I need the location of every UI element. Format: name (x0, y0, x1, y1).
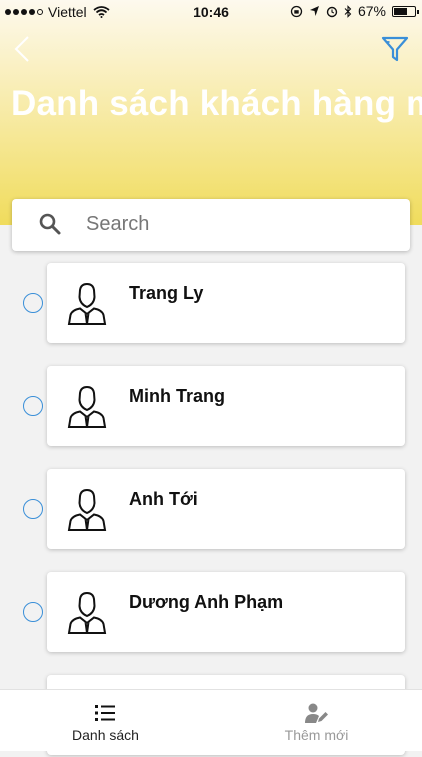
customer-name: Trang Ly (129, 283, 204, 303)
customer-card[interactable]: Anh Tới (47, 469, 405, 549)
tab-label: Thêm mới (284, 727, 349, 743)
select-radio[interactable] (23, 293, 43, 313)
status-bar: Viettel 10:46 67% (0, 0, 422, 24)
battery-icon (392, 5, 419, 17)
filter-funnel-icon[interactable] (380, 34, 410, 64)
list-item: Anh Tới (0, 469, 422, 551)
customer-name: Anh Tới (129, 489, 198, 509)
search-box[interactable] (12, 199, 410, 251)
header: Viettel 10:46 67% Danh sách khách hàng m (0, 0, 422, 225)
bluetooth-icon (344, 4, 352, 18)
rotation-lock-icon (290, 5, 303, 17)
list-item: Minh Trang (0, 366, 422, 448)
customer-name: Minh Trang (129, 386, 225, 406)
status-right: 67% (290, 3, 419, 19)
tab-them-moi[interactable]: Thêm mới (211, 690, 422, 751)
tab-danh-sach[interactable]: Danh sách (0, 690, 211, 751)
search-icon (39, 213, 61, 235)
avatar-icon (67, 385, 107, 428)
alarm-icon (326, 6, 338, 17)
tab-bar: Danh sách Thêm mới (0, 689, 422, 751)
battery-level (394, 7, 408, 15)
list-item: Dương Anh Phạm (0, 572, 422, 654)
customer-card[interactable]: Dương Anh Phạm (47, 572, 405, 652)
search-input[interactable] (86, 209, 386, 239)
select-radio[interactable] (23, 499, 43, 519)
tab-label: Danh sách (72, 727, 139, 743)
customer-name: Dương Anh Phạm (129, 592, 284, 612)
customer-card[interactable]: Minh Trang (47, 366, 405, 446)
avatar-icon (67, 282, 107, 325)
select-radio[interactable] (23, 396, 43, 416)
avatar-icon (67, 488, 107, 531)
chevron-left-icon[interactable] (10, 34, 34, 64)
customer-card[interactable]: Trang Ly (47, 263, 405, 343)
select-radio[interactable] (23, 602, 43, 622)
page-title: Danh sách khách hàng mới (11, 84, 422, 123)
list-item: Trang Ly (0, 263, 422, 345)
location-icon (309, 6, 319, 16)
battery-percent: 67% (357, 3, 386, 19)
add-user-icon (305, 703, 328, 723)
list-icon (95, 705, 115, 721)
avatar-icon (67, 591, 107, 634)
